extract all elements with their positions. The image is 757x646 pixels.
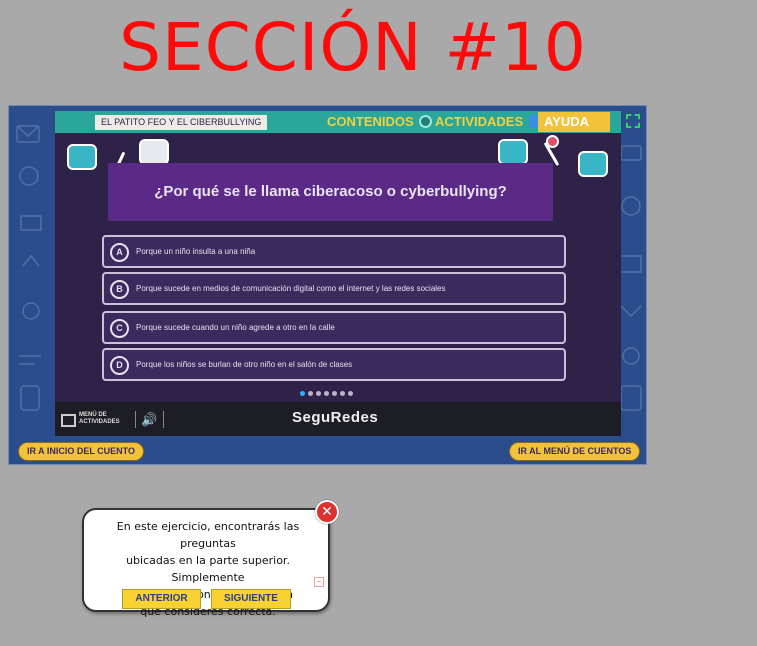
brand-logo: SeguRedes: [292, 409, 379, 426]
previous-button[interactable]: ANTERIOR: [122, 589, 201, 609]
option-text: Porque los niños se burlan de otro niño …: [136, 360, 353, 369]
pagination-dot: [300, 391, 305, 396]
activities-menu-icon[interactable]: [61, 414, 76, 427]
nav-ayuda-label: AYUDA: [544, 114, 589, 129]
go-to-stories-menu-button[interactable]: IR AL MENÚ DE CUENTOS: [509, 442, 641, 461]
chat-bubble-icon: [498, 139, 528, 165]
nav-contenidos[interactable]: CONTENIDOS: [321, 112, 438, 132]
nav-actividades[interactable]: ACTIVIDADES: [429, 112, 548, 132]
minimize-icon[interactable]: −: [314, 577, 324, 587]
nav-contenidos-label: CONTENIDOS: [327, 114, 414, 129]
footer-bar: MENÚ DE ACTIVIDADES 🔊 SeguRedes: [55, 402, 621, 436]
chat-bubble-icon: [67, 144, 97, 170]
answer-option-a[interactable]: A Porque un niño insulta a una niña: [102, 235, 566, 268]
speaker-icon[interactable]: 🔊: [141, 413, 157, 428]
chat-bubble-icon: [139, 139, 169, 165]
nav-ayuda[interactable]: AYUDA: [538, 112, 610, 148]
next-button[interactable]: SIGUIENTE: [211, 589, 291, 609]
tooltip-line: En este ejercicio, encontrarás las pregu…: [116, 520, 300, 550]
option-letter: D: [110, 356, 129, 375]
story-title-badge: EL PATITO FEO Y EL CIBERBULLYING: [95, 115, 268, 130]
option-letter: C: [110, 319, 129, 338]
divider: [163, 411, 164, 428]
option-letter: B: [110, 280, 129, 299]
question-text: ¿Por qué se le llama ciberacoso o cyberb…: [154, 183, 507, 200]
fullscreen-icon[interactable]: [626, 114, 640, 128]
activities-menu-label[interactable]: MENÚ DE ACTIVIDADES: [79, 412, 120, 426]
go-to-story-start-button[interactable]: IR A INICIO DEL CUENTO: [18, 442, 145, 461]
pagination-dot: [340, 391, 345, 396]
pagination-dot: [308, 391, 313, 396]
chat-bubble-icon: [578, 151, 608, 177]
pagination-dot: [348, 391, 353, 396]
answer-option-d[interactable]: D Porque los niños se burlan de otro niñ…: [102, 348, 566, 381]
divider: [135, 411, 136, 428]
option-letter: A: [110, 243, 129, 262]
top-navigation-bar: EL PATITO FEO Y EL CIBERBULLYING CONTENI…: [55, 111, 621, 148]
activity-stage: EL PATITO FEO Y EL CIBERBULLYING CONTENI…: [55, 111, 621, 436]
activity-frame: EL PATITO FEO Y EL CIBERBULLYING CONTENI…: [8, 105, 647, 465]
question-panel: ¿Por qué se le llama ciberacoso o cyberb…: [108, 163, 553, 221]
activities-menu-label-line1: MENÚ DE: [79, 412, 107, 418]
instruction-tooltip: En este ejercicio, encontrarás las pregu…: [82, 500, 339, 618]
answer-option-b[interactable]: B Porque sucede en medios de comunicació…: [102, 272, 566, 305]
option-text: Porque sucede en medios de comunicación …: [136, 284, 446, 293]
answer-option-c[interactable]: C Porque sucede cuando un niño agrede a …: [102, 311, 566, 344]
pagination-dot: [332, 391, 337, 396]
close-icon[interactable]: ✕: [315, 500, 339, 524]
pagination-dot: [316, 391, 321, 396]
activities-menu-label-line2: ACTIVIDADES: [79, 419, 120, 425]
option-text: Porque sucede cuando un niño agrede a ot…: [136, 323, 335, 332]
pagination-dot: [324, 391, 329, 396]
nav-actividades-label: ACTIVIDADES: [435, 114, 524, 129]
option-text: Porque un niño insulta a una niña: [136, 247, 256, 256]
section-title: SECCIÓN #10: [119, 9, 587, 86]
tooltip-line: ubicadas en la parte superior. Simplemen…: [126, 554, 290, 584]
